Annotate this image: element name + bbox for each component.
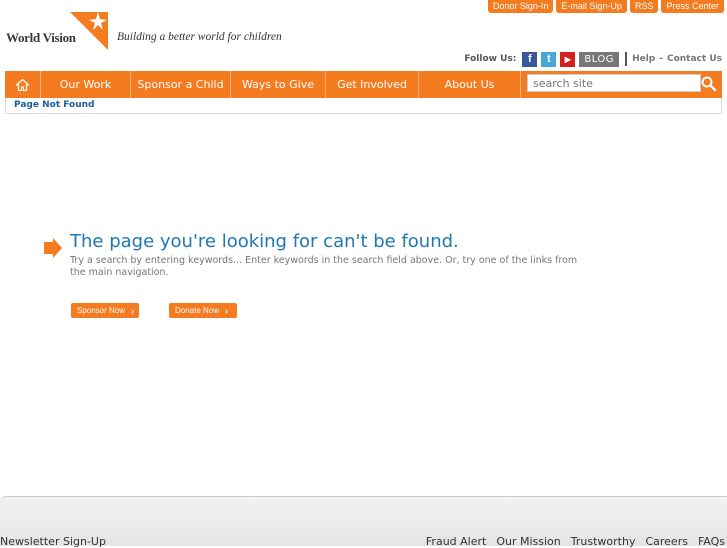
nav-sponsor-a-child[interactable]: Sponsor a Child [131, 71, 231, 98]
arrow-right-icon [44, 238, 62, 258]
sponsor-now-button[interactable]: Sponsor Now › [71, 303, 139, 318]
faqs-link[interactable]: FAQs [698, 535, 725, 548]
error-message: Try a search by entering keywords... Ent… [70, 255, 578, 278]
footer-links: Fraud Alert Our Mission Trustworthy Care… [426, 535, 725, 548]
rss-link[interactable]: RSS [629, 0, 659, 13]
follow-us-label: Follow Us: [464, 54, 517, 64]
twitter-icon[interactable]: t [541, 51, 557, 67]
help-link[interactable]: Help [632, 54, 655, 64]
blog-button[interactable]: BLOG [579, 51, 620, 67]
chevron-right-icon: › [131, 305, 135, 316]
nav-get-involved[interactable]: Get Involved [326, 71, 419, 98]
our-mission-link[interactable]: Our Mission [496, 535, 560, 548]
breadcrumb-current: Page Not Found [14, 100, 95, 110]
divider [625, 52, 628, 66]
donor-sign-in-link[interactable]: Donor Sign-In [487, 0, 554, 13]
nav-about-us[interactable]: About Us [419, 71, 521, 98]
email-sign-up-link[interactable]: E-mail Sign-Up [556, 0, 627, 13]
tagline: Building a better world for children [117, 31, 282, 43]
link-separator: - [659, 54, 663, 64]
breadcrumb: Page Not Found [5, 98, 722, 114]
search-input[interactable] [527, 74, 701, 92]
main-navigation: Our Work Sponsor a Child Ways to Give Ge… [5, 71, 722, 98]
newsletter-sign-up-link[interactable]: Newsletter Sign-Up [0, 535, 106, 548]
fraud-alert-link[interactable]: Fraud Alert [426, 535, 486, 548]
search-area [521, 71, 722, 98]
logo-star-icon [70, 12, 108, 50]
footer: Newsletter Sign-Up Fraud Alert Our Missi… [0, 496, 727, 548]
logo-text: World Vision [6, 30, 76, 45]
chevron-right-icon: › [225, 305, 229, 316]
facebook-icon[interactable]: f [522, 51, 538, 67]
donate-now-button[interactable]: Donate Now › [169, 303, 237, 318]
press-center-link[interactable]: Press Center [661, 0, 724, 13]
nav-our-work[interactable]: Our Work [41, 71, 131, 98]
top-utility-links: Donor Sign-In E-mail Sign-Up RSS Press C… [487, 0, 724, 13]
donate-now-label: Donate Now [175, 306, 220, 315]
search-icon[interactable] [700, 75, 718, 93]
trustworthy-link[interactable]: Trustworthy [571, 535, 636, 548]
sponsor-now-label: Sponsor Now [77, 306, 126, 315]
careers-link[interactable]: Careers [645, 535, 688, 548]
home-button[interactable] [5, 71, 41, 98]
follow-us-bar: Follow Us: f t ▶ BLOG Help - Contact Us [464, 51, 722, 67]
home-icon [16, 78, 29, 91]
contact-us-link[interactable]: Contact Us [667, 54, 722, 64]
page-title: The page you're looking for can't be fou… [70, 231, 459, 252]
nav-ways-to-give[interactable]: Ways to Give [231, 71, 326, 98]
youtube-icon[interactable]: ▶ [560, 51, 576, 67]
